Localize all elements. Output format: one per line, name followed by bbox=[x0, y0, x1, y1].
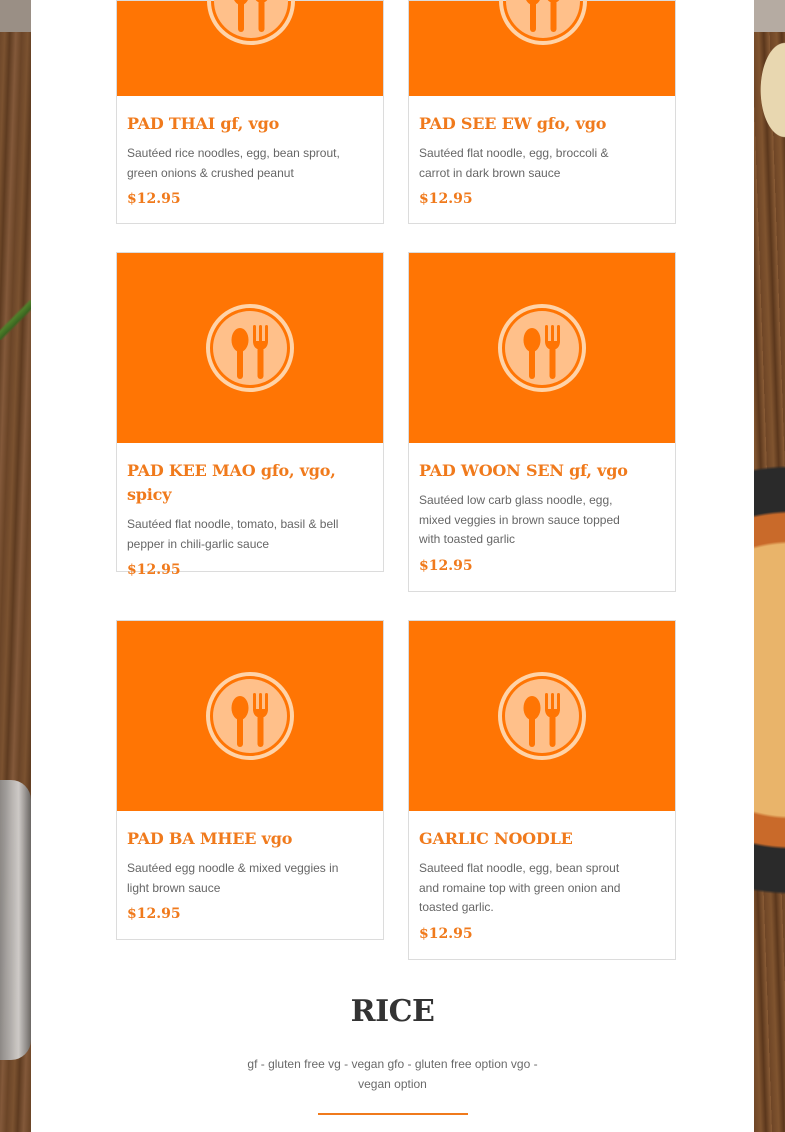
menu-item-image bbox=[117, 621, 383, 811]
section-divider bbox=[318, 1113, 468, 1115]
background-food bbox=[754, 30, 785, 150]
menu-item-description: Sautéed flat noodle, tomato, basil & bel… bbox=[127, 517, 339, 551]
menu-item-image bbox=[409, 621, 675, 811]
background-utensil bbox=[0, 780, 31, 1060]
menu-card[interactable]: PAD BA MHEE vgo Sautéed egg noodle & mix… bbox=[116, 620, 384, 940]
section-title: RICE bbox=[350, 994, 435, 1029]
menu-card[interactable]: GARLIC NOODLE Sauteed flat noodle, egg, … bbox=[408, 620, 676, 960]
menu-item-image bbox=[117, 253, 383, 443]
menu-card[interactable]: PAD WOON SEN gf, vgo Sautéed low carb gl… bbox=[408, 252, 676, 592]
spoon-fork-icon bbox=[206, 0, 296, 46]
dietary-legend: gf - gluten free vg - vegan gfo - gluten… bbox=[247, 1057, 538, 1091]
background-pan bbox=[754, 380, 785, 980]
spoon-fork-icon bbox=[205, 303, 295, 393]
background-left-wood bbox=[0, 0, 31, 1132]
menu-item-description: Sautéed rice noodles, egg, bean sprout, … bbox=[127, 146, 340, 180]
background-detail bbox=[754, 0, 785, 32]
menu-item-name[interactable]: PAD BA MHEE vgo bbox=[127, 827, 373, 851]
background-herb bbox=[0, 300, 31, 340]
spoon-fork-icon bbox=[497, 671, 587, 761]
menu-item-description: Sauteed flat noodle, egg, bean sprout an… bbox=[419, 861, 621, 914]
menu-item-price: $12.95 bbox=[127, 906, 181, 922]
spoon-fork-icon bbox=[498, 0, 588, 46]
menu-card[interactable]: PAD KEE MAO gfo, vgo, spicy Sautéed flat… bbox=[116, 252, 384, 578]
spoon-fork-icon bbox=[205, 671, 295, 761]
menu-item-price: $12.95 bbox=[419, 557, 473, 574]
menu-item-image bbox=[117, 0, 383, 96]
spoon-fork-icon bbox=[497, 303, 587, 393]
menu-item-description: Sautéed egg noodle & mixed veggies in li… bbox=[127, 861, 339, 895]
menu-item-name[interactable]: PAD THAI gf, vgo bbox=[127, 112, 373, 136]
menu-item-price: $12.95 bbox=[127, 562, 181, 578]
menu-card[interactable]: PAD SEE EW gfo, vgo Sautéed flat noodle,… bbox=[408, 0, 676, 224]
menu-item-name[interactable]: PAD KEE MAO gfo, vgo, spicy bbox=[127, 459, 373, 507]
menu-item-description: Sautéed low carb glass noodle, egg, mixe… bbox=[419, 493, 620, 546]
background-detail bbox=[0, 0, 31, 32]
menu-item-name[interactable]: PAD SEE EW gfo, vgo bbox=[419, 112, 665, 136]
menu-item-price: $12.95 bbox=[127, 191, 181, 207]
menu-item-image bbox=[409, 253, 675, 443]
menu-card[interactable]: PAD THAI gf, vgo Sautéed rice noodles, e… bbox=[116, 0, 384, 224]
background-right-wood bbox=[754, 0, 785, 1132]
menu-item-image bbox=[409, 0, 675, 96]
menu-item-price: $12.95 bbox=[419, 191, 473, 207]
menu-item-description: Sautéed flat noodle, egg, broccoli & car… bbox=[419, 146, 609, 180]
menu-item-name[interactable]: PAD WOON SEN gf, vgo bbox=[419, 459, 665, 483]
menu-item-name[interactable]: GARLIC NOODLE bbox=[419, 827, 665, 851]
menu-item-price: $12.95 bbox=[419, 925, 473, 942]
menu-content: PAD THAI gf, vgo Sautéed rice noodles, e… bbox=[31, 0, 754, 1132]
